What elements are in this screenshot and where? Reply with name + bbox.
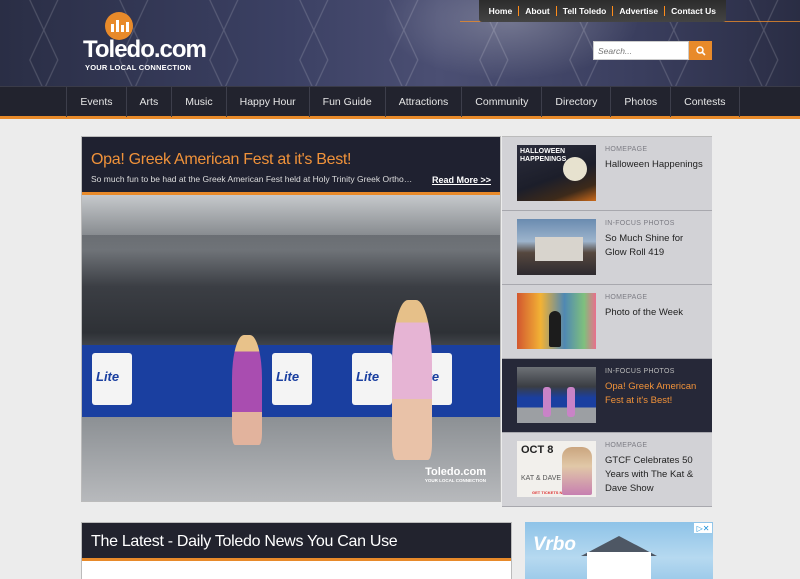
featured-title[interactable]: Opa! Greek American Fest at it's Best! (91, 151, 352, 169)
photo-watermark: Toledo.com YOUR LOCAL CONNECTION (425, 466, 486, 483)
latest-header-bar: The Latest - Daily Toledo News You Can U… (82, 523, 511, 561)
banner-lite: Lite (276, 369, 300, 384)
people-figure (562, 447, 592, 495)
dancing-child (392, 300, 432, 460)
advertisement[interactable]: Vrbo ▷✕ (525, 522, 713, 579)
latest-title: The Latest - Daily Toledo News You Can U… (91, 533, 398, 550)
watermark-name: Toledo.com (425, 466, 486, 478)
nav-fun-guide[interactable]: Fun Guide (308, 87, 385, 117)
story-title: Halloween Happenings (605, 159, 703, 170)
ground (82, 417, 500, 501)
story-item[interactable]: HOMEPAGE Photo of the Week (502, 285, 712, 359)
story-category: HOMEPAGE (605, 294, 648, 301)
story-item[interactable]: IN-FOCUS PHOTOS So Much Shine for Glow R… (502, 211, 712, 285)
banner-lite: Lite (96, 369, 120, 384)
story-category: IN-FOCUS PHOTOS (605, 368, 675, 375)
stage-banner: Lite Lite Lite Lite (82, 345, 500, 417)
nav-photos[interactable]: Photos (610, 87, 670, 117)
story-thumbnail (517, 367, 596, 423)
featured-excerpt: So much fun to be had at the Greek Ameri… (91, 174, 416, 184)
story-thumbnail (517, 219, 596, 275)
nav-happy-hour[interactable]: Happy Hour (225, 87, 309, 117)
thumb-names: KAT & DAVE (521, 475, 562, 482)
ad-brand: Vrbo (533, 534, 576, 555)
watermark-tagline: YOUR LOCAL CONNECTION (424, 478, 486, 483)
nav-contests[interactable]: Contests (670, 87, 740, 117)
story-category: HOMEPAGE (605, 146, 648, 153)
latest-news-section: The Latest - Daily Toledo News You Can U… (81, 522, 512, 579)
logo-name: Toledo.com (83, 36, 207, 63)
dancing-child (232, 335, 262, 445)
topnav-about[interactable]: About (519, 6, 556, 16)
moon-icon (563, 157, 587, 181)
search-icon (695, 45, 706, 56)
featured-story: Opa! Greek American Fest at it's Best! S… (81, 136, 501, 502)
nav-directory[interactable]: Directory (541, 87, 610, 117)
banner-lite: Lite (356, 369, 380, 384)
topnav-tell-toledo[interactable]: Tell Toledo (557, 6, 613, 16)
story-thumbnail (517, 293, 596, 349)
search-input[interactable] (593, 41, 689, 60)
thumb-date: OCT 8 (521, 444, 554, 456)
logo-tagline: YOUR LOCAL CONNECTION (85, 63, 192, 72)
person-figure (549, 311, 561, 347)
read-more-link[interactable]: Read More >> (432, 175, 491, 185)
story-thumbnail: HALLOWEEN HAPPENINGS (517, 145, 596, 201)
story-title: So Much Shine for Glow Roll 419 (605, 233, 684, 258)
topnav-advertise[interactable]: Advertise (613, 6, 664, 16)
topnav-home[interactable]: Home (483, 6, 519, 16)
story-item-active[interactable]: IN-FOCUS PHOTOS Opa! Greek American Fest… (502, 359, 712, 433)
story-title: Opa! Greek American Fest at it's Best! (605, 381, 697, 406)
main-nav: Events Arts Music Happy Hour Fun Guide A… (0, 86, 800, 119)
search-button[interactable] (689, 41, 712, 60)
nav-events[interactable]: Events (66, 87, 125, 117)
story-title: GTCF Celebrates 50 Years with The Kat & … (605, 455, 694, 494)
building-shape (535, 237, 583, 261)
story-item[interactable]: HALLOWEEN HAPPENINGS HOMEPAGE Halloween … (502, 137, 712, 211)
nav-music[interactable]: Music (171, 87, 225, 117)
featured-photo[interactable]: Lite Lite Lite Lite Toledo.com YOUR LOCA… (82, 195, 500, 501)
story-category: IN-FOCUS PHOTOS (605, 220, 675, 227)
top-utility-nav: Home About Tell Toledo Advertise Contact… (478, 0, 726, 22)
house-shape (587, 552, 651, 579)
story-title: Photo of the Week (605, 307, 683, 318)
story-category: HOMEPAGE (605, 442, 648, 449)
tent-canopy (82, 195, 500, 235)
story-item[interactable]: OCT 8 KAT & DAVE GET TICKETS NOW HOMEPAG… (502, 433, 712, 507)
site-logo[interactable]: Toledo.com YOUR LOCAL CONNECTION (83, 12, 207, 74)
nav-attractions[interactable]: Attractions (384, 87, 462, 117)
nav-arts[interactable]: Arts (125, 87, 172, 117)
nav-community[interactable]: Community (461, 87, 541, 117)
story-thumbnail: OCT 8 KAT & DAVE GET TICKETS NOW (517, 441, 596, 497)
topnav-contact-us[interactable]: Contact Us (665, 6, 722, 16)
site-header: Home About Tell Toledo Advertise Contact… (0, 0, 800, 86)
story-list: HALLOWEEN HAPPENINGS HOMEPAGE Halloween … (502, 136, 712, 507)
search-form (593, 41, 712, 60)
adchoices-icon[interactable]: ▷✕ (694, 523, 712, 533)
